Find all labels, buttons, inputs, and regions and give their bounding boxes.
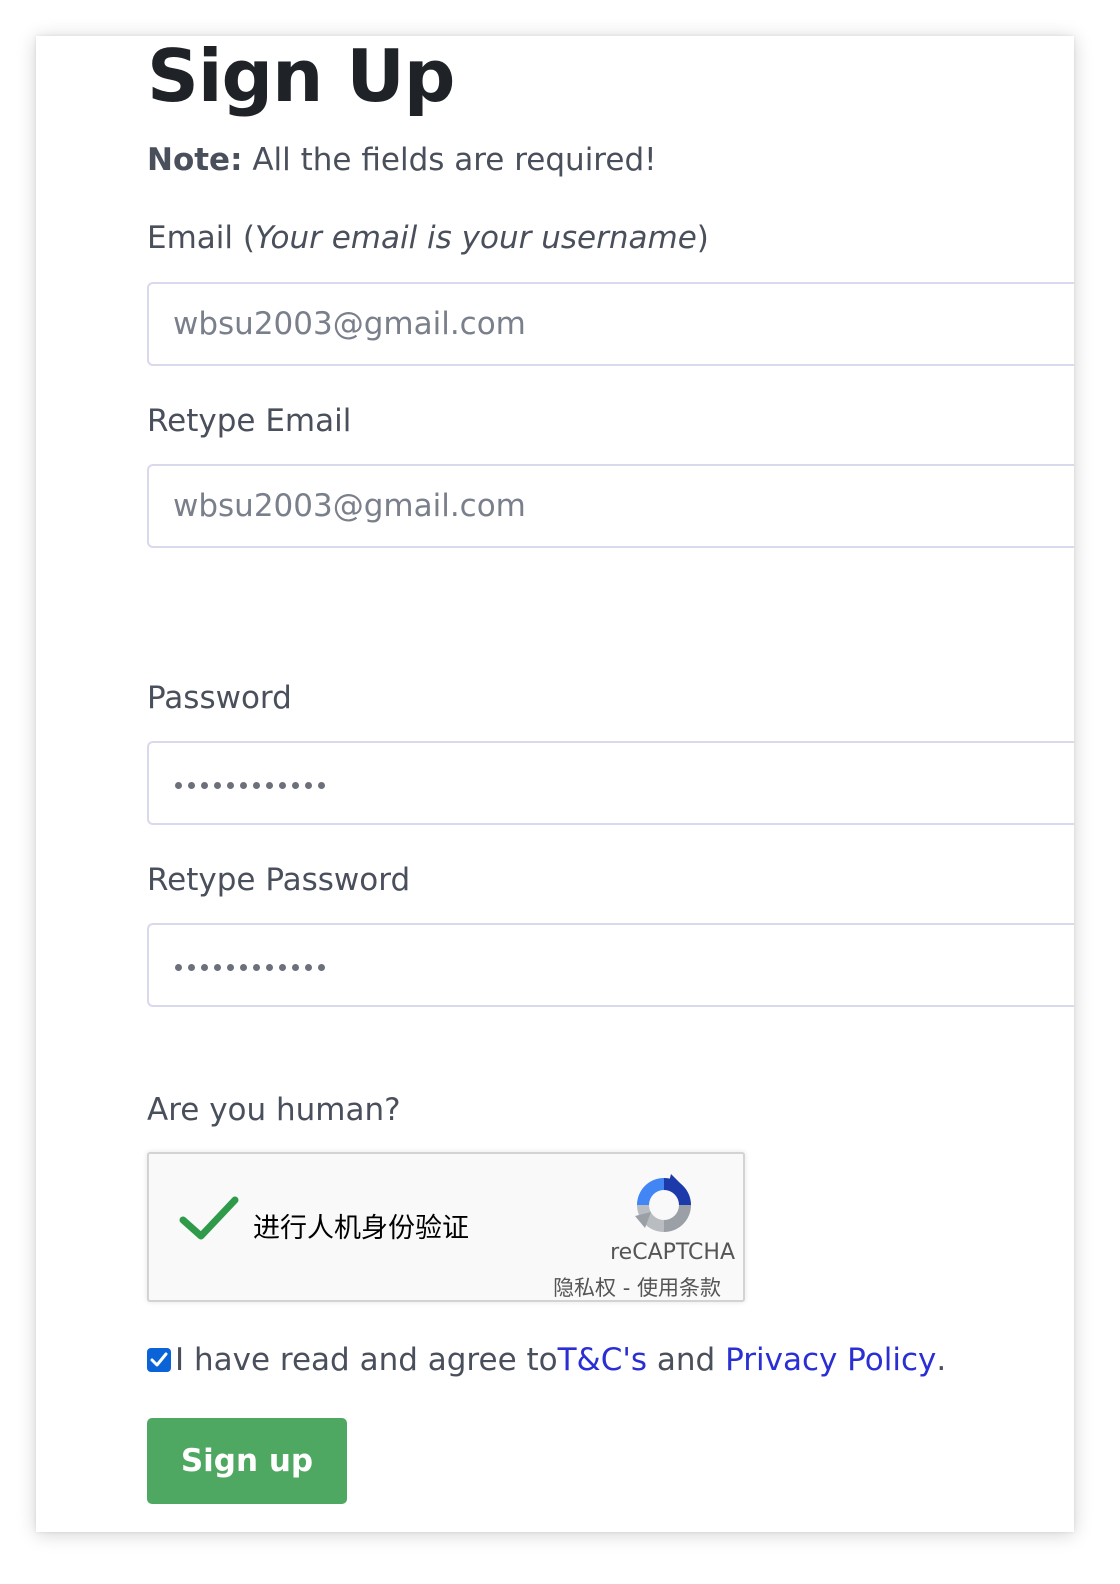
mask-dot: [240, 964, 247, 971]
mask-dot: [318, 964, 325, 971]
mask-dot: [253, 782, 260, 789]
mask-dot: [305, 964, 312, 971]
retype-password-label: Retype Password: [147, 862, 411, 898]
email-label-close: ): [696, 220, 709, 256]
mask-dot: [201, 964, 208, 971]
retype-password-field[interactable]: [147, 923, 1074, 1007]
required-note: Note: All the fields are required!: [147, 142, 657, 178]
password-label: Password: [147, 680, 292, 716]
mask-dot: [214, 964, 221, 971]
mask-dot: [227, 964, 234, 971]
agreement-text: I have read and agree to: [175, 1342, 558, 1378]
mask-dot: [266, 782, 273, 789]
mask-dot: [227, 782, 234, 789]
mask-dot: [175, 964, 182, 971]
mask-dot: [240, 782, 247, 789]
mask-dot: [305, 782, 312, 789]
mask-dot: [292, 782, 299, 789]
mask-dot: [201, 782, 208, 789]
mask-dot: [318, 782, 325, 789]
email-field[interactable]: wbsu2003@gmail.com: [147, 282, 1074, 366]
retype-email-field[interactable]: wbsu2003@gmail.com: [147, 464, 1074, 548]
signup-card: Sign Up Note: All the fields are require…: [36, 36, 1074, 1532]
terms-link[interactable]: T&C's: [558, 1342, 647, 1378]
email-label-hint: Your email is your username: [254, 220, 697, 256]
mask-dot: [292, 964, 299, 971]
mask-dot: [253, 964, 260, 971]
email-label: Email (Your email is your username): [147, 220, 709, 256]
mask-dot: [266, 964, 273, 971]
mask-dot: [279, 964, 286, 971]
retype-email-field-value: wbsu2003@gmail.com: [173, 488, 526, 524]
mask-dot: [214, 782, 221, 789]
note-text: All the fields are required!: [242, 142, 657, 178]
sign-up-button[interactable]: Sign up: [147, 1418, 347, 1504]
human-check-label: Are you human?: [147, 1092, 401, 1128]
mask-dot: [188, 782, 195, 789]
retype-email-label: Retype Email: [147, 403, 352, 439]
recaptcha-privacy-terms-links[interactable]: 隐私权 - 使用条款: [553, 1272, 721, 1302]
password-mask: [175, 782, 325, 789]
recaptcha-prompt: 进行人机身份验证: [253, 1213, 469, 1244]
agreement-row: I have read and agree to T&C's and Privac…: [147, 1342, 946, 1378]
privacy-policy-link[interactable]: Privacy Policy: [725, 1342, 936, 1378]
password-field[interactable]: [147, 741, 1074, 825]
agreement-text-period: .: [936, 1342, 947, 1378]
mask-dot: [175, 782, 182, 789]
mask-dot: [279, 782, 286, 789]
checkmark-icon[interactable]: [179, 1194, 239, 1246]
recaptcha-brand: reCAPTCHA: [610, 1240, 735, 1265]
note-label: Note:: [147, 142, 243, 178]
email-field-value: wbsu2003@gmail.com: [173, 306, 526, 342]
mask-dot: [188, 964, 195, 971]
page-title: Sign Up: [147, 36, 455, 118]
agreement-text-and: and: [647, 1342, 726, 1378]
recaptcha-logo-icon: [631, 1172, 697, 1242]
email-label-text: Email (: [147, 220, 255, 256]
retype-password-mask: [175, 964, 325, 971]
agreement-checkbox[interactable]: [147, 1348, 171, 1372]
recaptcha-widget[interactable]: 进行人机身份验证 reCAPTCHA 隐私权 - 使用条款: [147, 1152, 745, 1302]
